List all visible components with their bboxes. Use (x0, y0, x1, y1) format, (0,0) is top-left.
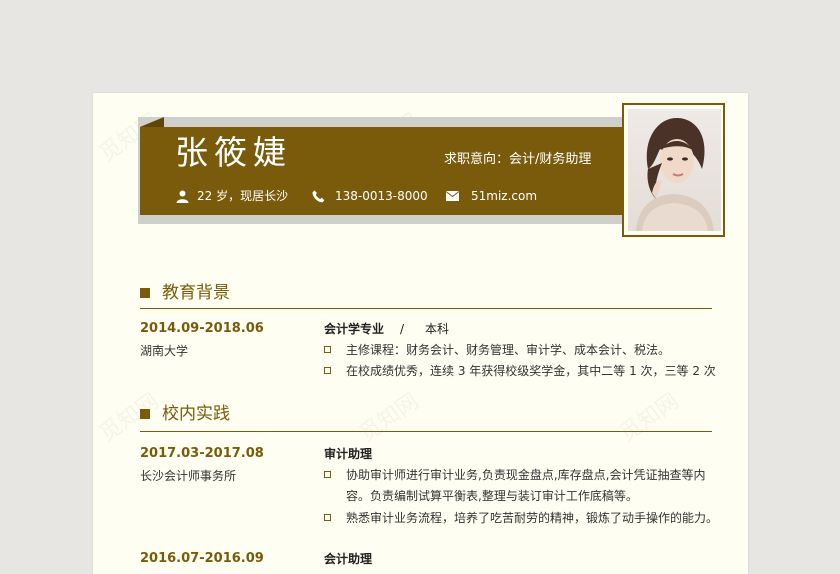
practice-role: 审计助理 (324, 447, 373, 461)
education-section-title: 教育背景 (140, 282, 230, 304)
practice-org: 长沙会计师事务所 (140, 469, 237, 483)
ribbon-fold (140, 117, 164, 127)
practice-section-title: 校内实践 (140, 403, 230, 425)
email-text: 51miz.com (471, 189, 538, 203)
section-square-icon (140, 288, 150, 298)
education-separator: / (400, 322, 405, 336)
age-location: 22 岁，现居长沙 (176, 188, 288, 204)
education-degree: 本科 (425, 322, 450, 336)
bullet-box-icon (324, 367, 331, 374)
education-bullet: 在校成绩优秀，连续 3 年获得校级奖学金，其中二等 1 次，三等 2 次 (346, 364, 716, 378)
bullet-box-icon (324, 346, 331, 353)
practice-title-text: 校内实践 (162, 404, 230, 424)
practice-date: 2016.07-2016.09 (140, 551, 264, 566)
practice-bullet: 协助审计师进行审计业务,负责现金盘点,库存盘点,会计凭证抽查等内 (346, 468, 706, 482)
profile-photo (628, 109, 721, 231)
practice-bullet-continued: 容。负责编制试算平衡表,整理与装订审计工作底稿等。 (346, 489, 638, 503)
practice-bullet: 熟悉审计业务流程，培养了吃苦耐劳的精神，锻炼了动手操作的能力。 (346, 511, 719, 525)
education-bullet: 主修课程：财务会计、财务管理、审计学、成本会计、税法。 (346, 343, 671, 357)
job-intent: 求职意向：会计/财务助理 (444, 152, 592, 167)
phone-text: 138-0013-8000 (335, 189, 428, 203)
education-school: 湖南大学 (140, 344, 189, 358)
education-major: 会计学专业 (324, 322, 385, 336)
practice-role: 会计助理 (324, 552, 373, 566)
envelope-icon (446, 191, 459, 201)
email: 51miz.com (446, 188, 537, 204)
phone: 138-0013-8000 (312, 188, 428, 204)
bullet-box-icon (324, 514, 331, 521)
bullet-box-icon (324, 471, 331, 478)
education-title-text: 教育背景 (162, 283, 230, 303)
person-icon (176, 190, 189, 203)
education-date: 2014.09-2018.06 (140, 321, 264, 336)
practice-date: 2017.03-2017.08 (140, 446, 264, 461)
education-divider (140, 308, 712, 309)
phone-icon (312, 190, 325, 202)
age-location-text: 22 岁，现居长沙 (197, 189, 289, 203)
practice-divider (140, 431, 712, 432)
section-square-icon (140, 409, 150, 419)
candidate-name: 张筱婕 (175, 133, 292, 172)
